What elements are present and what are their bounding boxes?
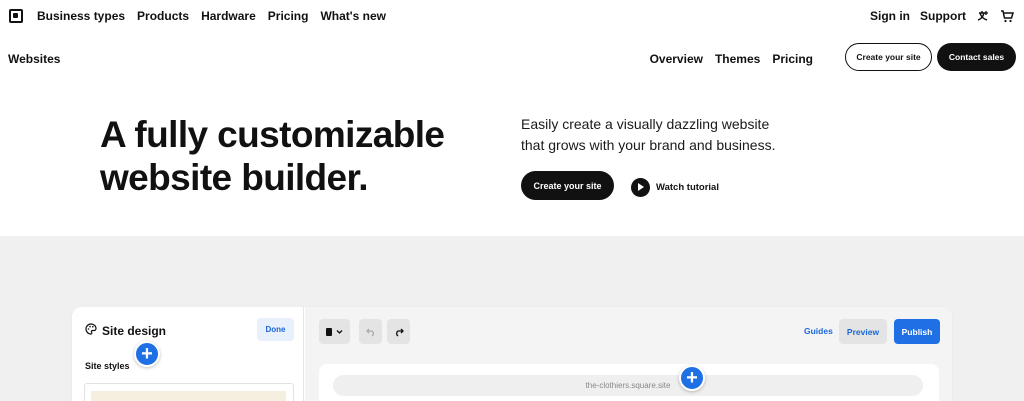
site-design-panel: Site design Done Site styles (72, 307, 304, 401)
sign-in-link[interactable]: Sign in (870, 9, 910, 23)
palette-icon (85, 323, 97, 338)
undo-icon[interactable] (359, 319, 382, 344)
add-section-plus-icon[interactable]: + (679, 365, 705, 391)
hero-create-site-button[interactable]: Create your site (521, 171, 614, 200)
site-design-title: Site design (102, 323, 167, 338)
contact-sales-button[interactable]: Contact sales (937, 43, 1016, 71)
nav-products[interactable]: Products (137, 9, 189, 23)
done-button[interactable]: Done (257, 318, 294, 341)
play-icon (631, 178, 650, 197)
publish-button[interactable]: Publish (894, 319, 940, 344)
site-url-bar: the-clothiers.square.site (333, 375, 923, 396)
cart-icon[interactable] (1000, 9, 1015, 23)
globe-language-icon[interactable] (976, 9, 990, 23)
hero-title: A fully customizable website builder. (100, 113, 445, 199)
top-nav: Business types Products Hardware Pricing… (0, 0, 1024, 32)
builder-preview: Site design Done Site styles Guides Prev… (72, 307, 952, 401)
create-your-site-button[interactable]: Create your site (845, 43, 932, 71)
nav-pricing[interactable]: Pricing (268, 9, 309, 23)
add-element-plus-icon[interactable]: + (134, 341, 160, 367)
editor-area: Guides Preview Publish the-clothiers.squ… (305, 307, 952, 401)
watch-tutorial-label: Watch tutorial (656, 182, 719, 193)
hero-title-line-1: A fully customizable (100, 114, 445, 155)
nav-whats-new[interactable]: What's new (320, 9, 386, 23)
subnav-themes[interactable]: Themes (715, 52, 760, 66)
style-option-swatch (91, 391, 286, 401)
preview-button[interactable]: Preview (839, 319, 887, 344)
nav-business-types[interactable]: Business types (37, 9, 125, 23)
main-menu: Business types Products Hardware Pricing… (37, 9, 386, 23)
watch-tutorial-link[interactable]: Watch tutorial (631, 178, 719, 197)
sub-nav-links: Overview Themes Pricing (650, 52, 813, 66)
nav-hardware[interactable]: Hardware (201, 9, 256, 23)
device-select[interactable] (319, 319, 350, 344)
subnav-pricing[interactable]: Pricing (772, 52, 813, 66)
redo-icon[interactable] (387, 319, 410, 344)
site-styles-label: Site styles (85, 361, 130, 371)
hero-subtitle: Easily create a visually dazzling websit… (521, 116, 776, 153)
account-menu: Sign in Support (870, 9, 1015, 23)
support-link[interactable]: Support (920, 9, 966, 23)
subnav-overview[interactable]: Overview (650, 52, 703, 66)
hero-title-line-2: website builder. (100, 157, 369, 198)
guides-link[interactable]: Guides (804, 326, 833, 336)
site-design-heading: Site design (85, 323, 166, 338)
square-logo-icon[interactable] (9, 9, 23, 23)
section-title[interactable]: Websites (8, 52, 60, 66)
